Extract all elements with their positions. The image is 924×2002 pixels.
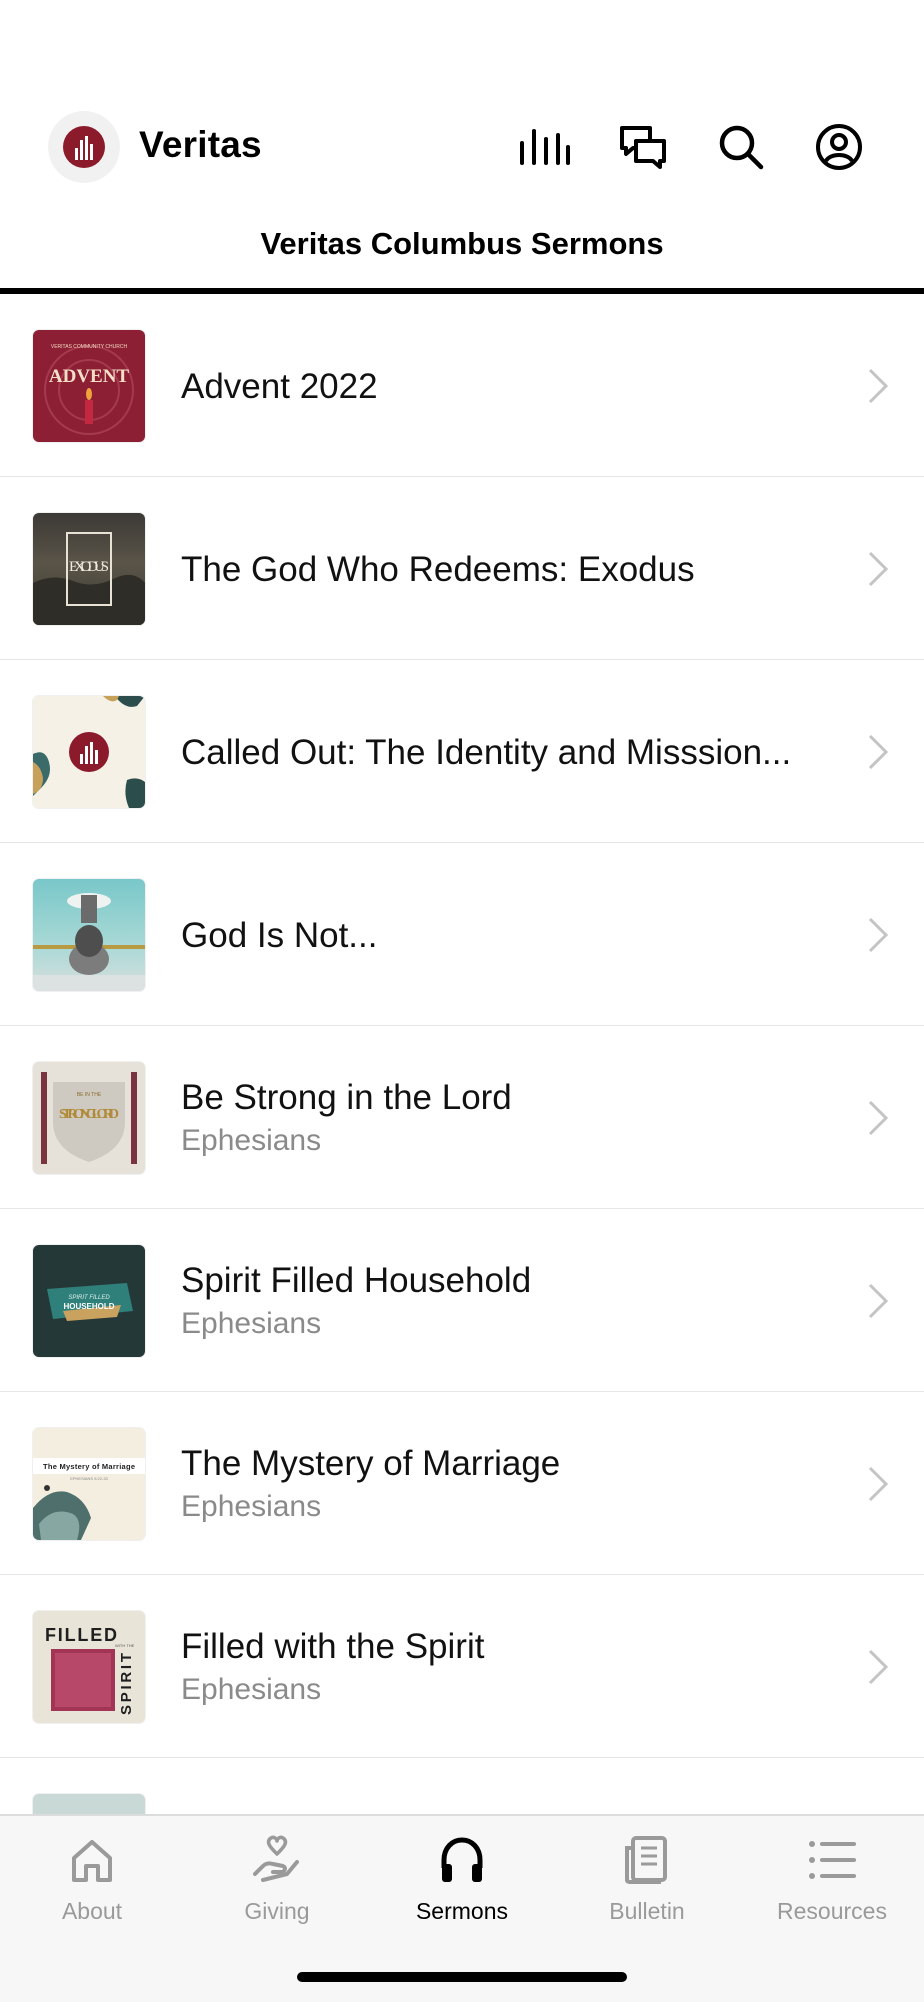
chevron-right-icon	[868, 1100, 889, 1136]
sermon-title: Spirit Filled Household	[181, 1261, 532, 1300]
thumb-small: EPHESIANS 5:22-33	[70, 1476, 108, 1481]
sermon-title: Called Out: The Identity and Misssion...	[181, 733, 792, 772]
tab-label: Resources	[777, 1898, 887, 1924]
veritas-logo[interactable]	[48, 111, 120, 183]
home-indicator	[297, 1972, 627, 1982]
thumb-small: SPIRIT FILLED	[68, 1295, 110, 1301]
sermon-thumbnail: FILLED WITH THE SPIRIT	[33, 1611, 145, 1723]
sermon-row[interactable]	[0, 1758, 924, 1814]
thumb-text: EX OD US	[69, 559, 109, 575]
profile-icon[interactable]	[811, 119, 867, 175]
thumb-small: BE IN THE	[77, 1092, 102, 1098]
search-icon[interactable]	[713, 119, 769, 175]
tab-sermons[interactable]: Sermons	[370, 1816, 554, 1936]
sermon-row[interactable]: EX OD US The God Who Redeems: Exodus	[0, 477, 924, 661]
tab-label: Bulletin	[609, 1898, 685, 1924]
tab-giving[interactable]: Giving	[185, 1816, 369, 1936]
sermon-thumbnail: VERITAS COMMUNITY CHURCH ADVENT	[33, 330, 145, 442]
sermon-thumbnail: EX OD US	[33, 513, 145, 625]
sermon-row[interactable]: FILLED WITH THE SPIRIT Filled with the S…	[0, 1575, 924, 1759]
chevron-right-icon	[868, 1283, 889, 1319]
sermon-row[interactable]: God Is Not...	[0, 843, 924, 1027]
thumb-caption: VERITAS COMMUNITY CHURCH	[51, 344, 128, 350]
sermon-thumbnail	[33, 879, 145, 991]
home-icon	[72, 1840, 112, 1882]
sermon-title: The Mystery of Marriage	[181, 1444, 561, 1483]
sermon-title: Be Strong in the Lord	[181, 1078, 512, 1117]
chevron-right-icon	[868, 734, 889, 770]
list-icon	[809, 1841, 856, 1879]
sermon-subtitle: Ephesians	[181, 1307, 322, 1340]
sermon-row[interactable]: VERITAS COMMUNITY CHURCH ADVENT Advent 2…	[0, 294, 924, 478]
thumb-text: HOUSEHOLD	[63, 1302, 114, 1311]
tab-about[interactable]: About	[0, 1816, 184, 1936]
sermon-row[interactable]: Called Out: The Identity and Misssion...	[0, 660, 924, 844]
sermon-title: The God Who Redeems: Exodus	[181, 550, 695, 589]
thumb-text: ADVENT	[49, 366, 130, 387]
tab-label: Sermons	[415, 1898, 509, 1924]
headphones-icon	[441, 1837, 483, 1882]
stats-icon[interactable]	[516, 119, 572, 175]
bulletin-icon	[625, 1836, 667, 1884]
sermon-thumbnail	[33, 696, 145, 808]
sermon-thumbnail: BE IN THE STRONG LORD	[33, 1062, 145, 1174]
thumb-text: STRONG LORD	[59, 1107, 119, 1122]
sermon-row[interactable]: SPIRIT FILLED HOUSEHOLD Spirit Filled Ho…	[0, 1209, 924, 1393]
sermon-thumbnail: SPIRIT FILLED HOUSEHOLD	[33, 1245, 145, 1357]
chevron-right-icon	[868, 1649, 889, 1685]
sermon-list[interactable]: VERITAS COMMUNITY CHURCH ADVENT Advent 2…	[0, 294, 924, 1814]
sermon-subtitle: Ephesians	[181, 1673, 322, 1706]
sermon-title: Advent 2022	[181, 367, 378, 406]
giving-icon	[253, 1835, 299, 1882]
sermon-title: God Is Not...	[181, 916, 378, 955]
thumb-text: The Mystery of Marriage	[43, 1462, 135, 1471]
app-header: Veritas Veritas Columbus Sermons	[0, 0, 924, 295]
tab-bulletin[interactable]: Bulletin	[555, 1816, 739, 1936]
chevron-right-icon	[868, 551, 889, 587]
sermon-row[interactable]: The Mystery of Marriage EPHESIANS 5:22-3…	[0, 1392, 924, 1576]
chevron-right-icon	[868, 1466, 889, 1502]
section-title: Veritas Columbus Sermons	[260, 226, 664, 261]
sermon-thumbnail	[33, 1794, 145, 1814]
tab-label: Giving	[244, 1898, 310, 1924]
tab-resources[interactable]: Resources	[740, 1816, 924, 1936]
thumb-side: SPIRIT	[118, 1653, 135, 1715]
thumb-small: WITH THE	[115, 1643, 135, 1648]
sermon-subtitle: Ephesians	[181, 1490, 322, 1523]
tab-label: About	[61, 1898, 123, 1924]
sermon-thumbnail: The Mystery of Marriage EPHESIANS 5:22-3…	[33, 1428, 145, 1540]
thumb-text: FILLED	[45, 1625, 117, 1645]
chevron-right-icon	[868, 368, 889, 404]
chevron-right-icon	[868, 917, 889, 953]
app-title: Veritas	[139, 124, 262, 165]
sermon-row[interactable]: BE IN THE STRONG LORD Be Strong in the L…	[0, 1026, 924, 1210]
chat-icon[interactable]	[615, 119, 671, 175]
sermon-title: Filled with the Spirit	[181, 1627, 485, 1666]
sermon-subtitle: Ephesians	[181, 1124, 322, 1157]
